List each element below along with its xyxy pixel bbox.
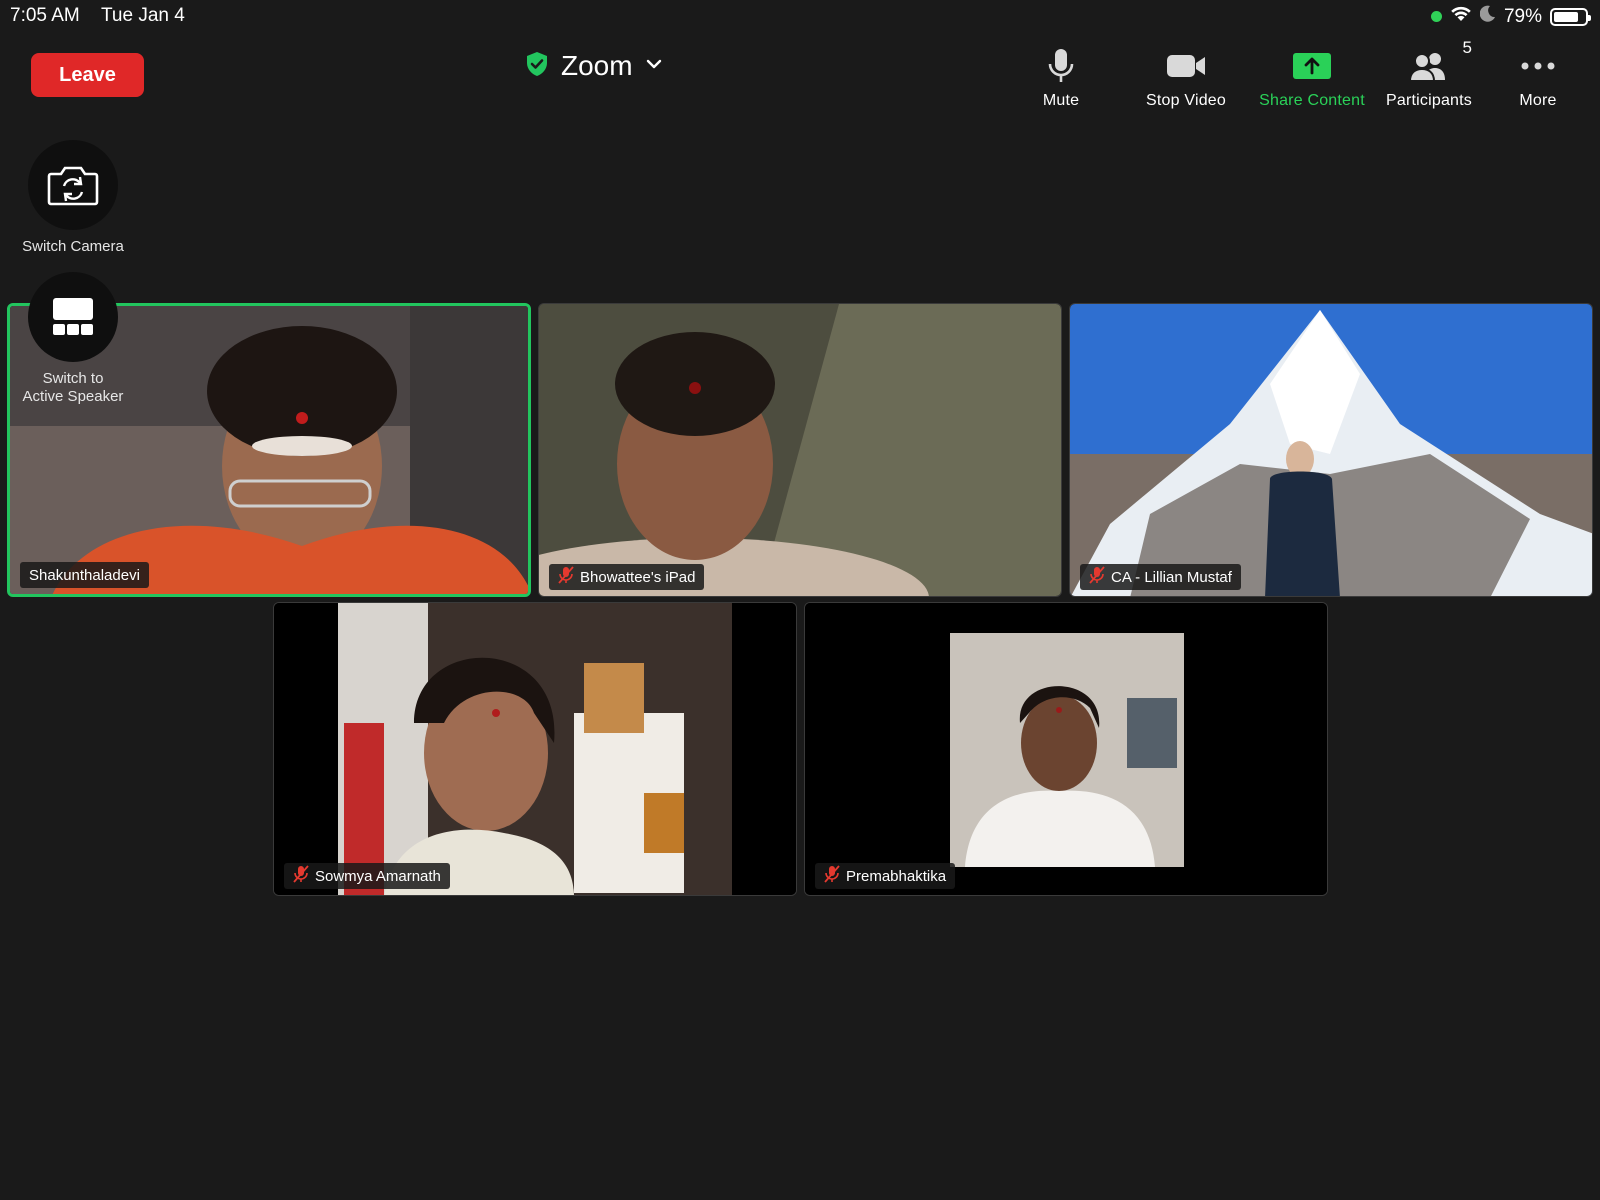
active-speaker-label-line1: Switch to — [42, 370, 104, 387]
participant-video — [1070, 304, 1592, 596]
battery-icon — [1550, 7, 1591, 26]
leave-button[interactable]: Leave — [31, 53, 144, 97]
muted-mic-icon — [1089, 566, 1105, 588]
mute-button[interactable]: Mute — [996, 42, 1126, 110]
status-time: 7:05 AM — [10, 5, 80, 26]
participant-name-tag: Sowmya Amarnath — [284, 863, 450, 889]
active-speaker-label-line2: Active Speaker — [22, 388, 124, 405]
microphone-icon — [1047, 42, 1075, 90]
more-button[interactable]: More — [1473, 42, 1600, 110]
chevron-down-icon — [645, 57, 663, 75]
video-tile[interactable]: Premabhaktika — [804, 602, 1328, 896]
participant-name-tag: CA - Lillian Mustaf — [1080, 564, 1241, 590]
status-date: Tue Jan 4 — [101, 5, 185, 26]
mute-label: Mute — [1042, 92, 1080, 109]
more-dots-icon — [1520, 42, 1556, 90]
battery-level — [1554, 11, 1578, 22]
battery-percent: 79% — [1503, 5, 1542, 27]
meeting-title-dropdown[interactable]: Zoom — [525, 50, 663, 82]
muted-mic-icon — [293, 865, 309, 887]
participant-video — [805, 603, 1327, 895]
more-label: More — [1519, 92, 1557, 109]
zoom-meeting-screen: 7:05 AM Tue Jan 4 79% Leave Zoom Mute St… — [0, 0, 1600, 1200]
status-indicators: 79% — [1430, 5, 1591, 28]
muted-mic-icon — [558, 566, 574, 588]
participant-name-tag: Bhowattee's iPad — [549, 564, 705, 590]
participant-name-tag: Premabhaktika — [815, 863, 956, 889]
switch-to-active-speaker-button[interactable]: Switch to Active Speaker — [3, 272, 143, 406]
participant-name: Shakunthaladevi — [29, 566, 140, 584]
meeting-title: Zoom — [561, 50, 633, 81]
status-bar: 7:05 AM Tue Jan 4 79% — [0, 0, 1600, 32]
gallery-layout-icon — [28, 272, 118, 362]
stop-video-button[interactable]: Stop Video — [1121, 42, 1251, 110]
video-tile[interactable]: CA - Lillian Mustaf — [1069, 303, 1593, 597]
participant-name-tag: Shakunthaladevi — [20, 562, 149, 588]
camera-in-use-dot — [1430, 11, 1442, 22]
video-tile[interactable]: Sowmya Amarnath — [273, 602, 797, 896]
participant-name: CA - Lillian Mustaf — [1111, 568, 1232, 586]
muted-mic-icon — [824, 865, 840, 887]
shield-check-icon — [525, 51, 549, 82]
wifi-icon — [1450, 5, 1472, 28]
participant-video — [539, 304, 1061, 596]
participants-label: Participants — [1386, 92, 1472, 109]
video-tile[interactable]: Bhowattee's iPad — [538, 303, 1062, 597]
video-camera-icon — [1165, 42, 1207, 90]
participant-name: Bhowattee's iPad — [580, 568, 696, 586]
switch-camera-label: Switch Camera — [22, 238, 124, 255]
participants-icon: 5 — [1408, 38, 1472, 90]
participant-name: Sowmya Amarnath — [315, 867, 441, 885]
switch-to-active-speaker-label: Switch to Active Speaker — [23, 370, 124, 406]
participant-video — [274, 603, 796, 895]
participant-name: Premabhaktika — [846, 867, 947, 885]
share-content-label: Share Content — [1259, 92, 1365, 109]
switch-camera-button[interactable]: Switch Camera — [3, 140, 143, 256]
share-content-button[interactable]: Share Content — [1247, 42, 1377, 110]
participant-count: 5 — [1462, 38, 1472, 57]
stop-video-label: Stop Video — [1146, 92, 1226, 109]
switch-camera-icon — [28, 140, 118, 230]
moon-icon — [1479, 5, 1496, 28]
share-arrow-icon — [1292, 42, 1332, 90]
